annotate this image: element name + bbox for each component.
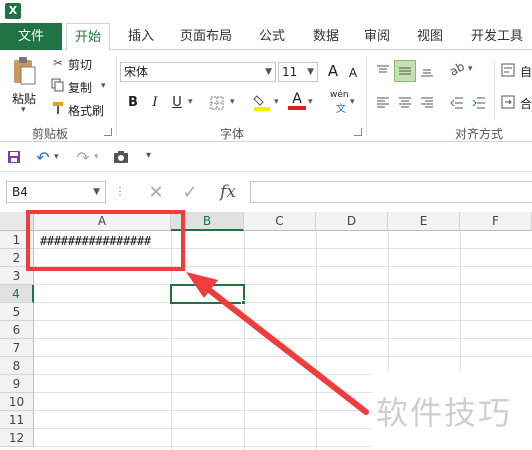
watermark: 软件技巧 [376,394,513,432]
